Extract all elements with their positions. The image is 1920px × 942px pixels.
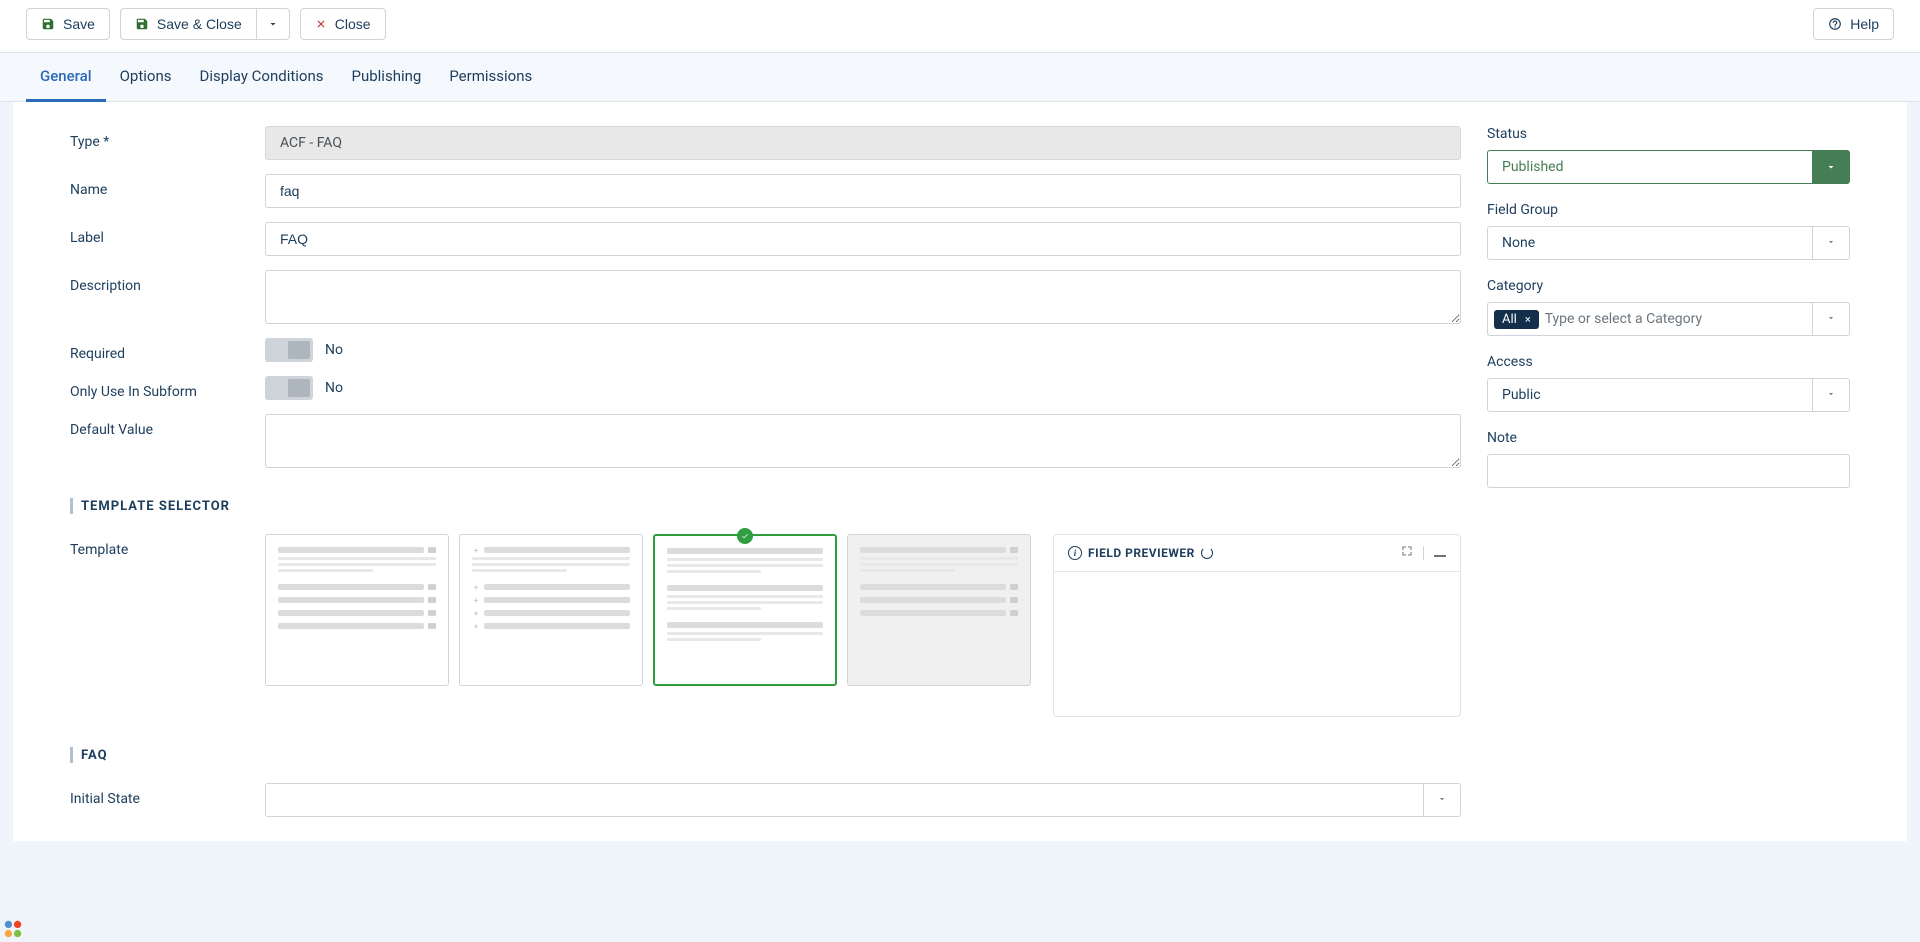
close-label: Close — [335, 16, 371, 32]
tab-display-conditions[interactable]: Display Conditions — [185, 53, 337, 101]
tab-options[interactable]: Options — [106, 53, 186, 101]
type-value: ACF - FAQ — [265, 126, 1461, 160]
save-close-button[interactable]: Save & Close — [120, 8, 256, 40]
note-label: Note — [1487, 430, 1850, 446]
type-label: Type * — [70, 126, 265, 150]
field-group-label: Field Group — [1487, 202, 1850, 218]
name-input[interactable] — [265, 174, 1461, 208]
chevron-down-icon — [267, 18, 279, 30]
tab-publishing[interactable]: Publishing — [338, 53, 436, 101]
help-label: Help — [1850, 16, 1879, 32]
save-icon — [135, 17, 149, 31]
category-label: Category — [1487, 278, 1850, 294]
category-tag[interactable]: All × — [1494, 310, 1539, 329]
template-option-2[interactable]: + + + + + — [459, 534, 643, 686]
only-subform-label: Only Use In Subform — [70, 376, 265, 400]
template-option-3[interactable] — [653, 534, 837, 686]
access-value: Public — [1487, 378, 1812, 412]
default-value-textarea[interactable] — [265, 414, 1461, 468]
required-value: No — [325, 342, 343, 358]
field-group-value: None — [1487, 226, 1812, 260]
info-icon: i — [1068, 546, 1082, 560]
access-label: Access — [1487, 354, 1850, 370]
status-caret[interactable] — [1812, 150, 1850, 184]
previewer-title: FIELD PREVIEWER — [1088, 546, 1195, 560]
only-subform-value: No — [325, 380, 343, 396]
access-caret[interactable] — [1812, 378, 1850, 412]
tab-permissions[interactable]: Permissions — [435, 53, 546, 101]
minimize-icon[interactable] — [1434, 545, 1446, 561]
template-selector: + + + + + — [265, 534, 1031, 686]
joomla-logo — [2, 918, 24, 940]
tabs: General Options Display Conditions Publi… — [0, 53, 1920, 102]
status-value: Published — [1487, 150, 1812, 184]
status-label: Status — [1487, 126, 1850, 142]
section-faq-title: FAQ — [81, 748, 108, 763]
save-icon — [41, 17, 55, 31]
tag-remove-icon[interactable]: × — [1521, 313, 1535, 326]
required-toggle[interactable] — [265, 338, 313, 362]
help-icon — [1828, 17, 1842, 31]
expand-icon[interactable] — [1401, 545, 1413, 561]
close-button[interactable]: Close — [300, 8, 386, 40]
save-label: Save — [63, 16, 95, 32]
close-icon — [315, 18, 327, 30]
label-label: Label — [70, 222, 265, 246]
check-icon — [737, 528, 753, 544]
save-dropdown-button[interactable] — [256, 8, 290, 40]
access-select[interactable]: Public — [1487, 378, 1850, 412]
tab-general[interactable]: General — [26, 53, 106, 102]
initial-state-select[interactable] — [265, 783, 1423, 817]
note-input[interactable] — [1487, 454, 1850, 488]
initial-state-label: Initial State — [70, 783, 265, 807]
previewer-body — [1054, 572, 1460, 716]
template-option-4[interactable] — [847, 534, 1031, 686]
save-button[interactable]: Save — [26, 8, 110, 40]
save-close-label: Save & Close — [157, 16, 242, 32]
save-close-group: Save & Close — [120, 8, 290, 40]
initial-state-caret[interactable] — [1423, 783, 1461, 817]
default-value-label: Default Value — [70, 414, 265, 438]
field-group-caret[interactable] — [1812, 226, 1850, 260]
description-textarea[interactable] — [265, 270, 1461, 324]
template-label: Template — [70, 534, 265, 558]
template-option-1[interactable] — [265, 534, 449, 686]
reload-icon[interactable] — [1201, 547, 1213, 559]
only-subform-toggle[interactable] — [265, 376, 313, 400]
field-previewer: i FIELD PREVIEWER — [1053, 534, 1461, 717]
status-select[interactable]: Published — [1487, 150, 1850, 184]
help-button[interactable]: Help — [1813, 8, 1894, 40]
category-caret[interactable] — [1812, 302, 1850, 336]
section-faq: FAQ — [70, 747, 1461, 763]
toolbar: Save Save & Close Close Help — [0, 0, 1920, 53]
field-group-select[interactable]: None — [1487, 226, 1850, 260]
name-label: Name — [70, 174, 265, 198]
description-label: Description — [70, 270, 265, 294]
section-template-selector-title: TEMPLATE SELECTOR — [81, 499, 230, 514]
category-select[interactable]: All × Type or select a Category — [1487, 302, 1850, 336]
required-label: Required — [70, 338, 265, 362]
section-template-selector: TEMPLATE SELECTOR — [70, 498, 1461, 514]
category-placeholder: Type or select a Category — [1545, 311, 1702, 327]
label-input[interactable] — [265, 222, 1461, 256]
